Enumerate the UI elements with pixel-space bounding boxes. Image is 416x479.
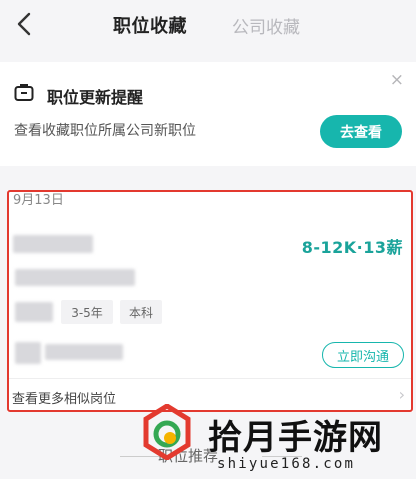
top-bar: 职位收藏 公司收藏	[0, 0, 416, 50]
blurred-job-title	[13, 235, 93, 253]
experience-tag: 3-5年	[61, 300, 113, 324]
watermark-logo-icon	[143, 404, 191, 460]
blurred-company-name	[15, 269, 135, 286]
blurred-recruiter-avatar	[15, 342, 41, 364]
chevron-right-icon: ›	[398, 385, 405, 404]
tab-company-favorites[interactable]: 公司收藏	[232, 13, 300, 38]
more-similar-jobs-label: 查看更多相似岗位	[12, 392, 117, 407]
more-similar-jobs-row[interactable]: 查看更多相似岗位 ›	[7, 378, 413, 412]
blurred-location-tag	[15, 302, 53, 322]
job-card[interactable]: 9月13日 8-12K·13薪 3-5年 本科 立即沟通 查看更多相似岗位 ›	[7, 190, 413, 412]
watermark-url: shiyue168.com	[217, 456, 356, 472]
favorite-date: 9月13日	[13, 193, 64, 208]
back-arrow-icon[interactable]	[14, 10, 36, 38]
education-tag: 本科	[120, 300, 162, 324]
reminder-bag-icon	[14, 84, 34, 101]
close-icon[interactable]: ×	[390, 70, 404, 90]
blurred-recruiter-name	[45, 344, 123, 360]
reminder-title: 职位更新提醒	[47, 88, 144, 107]
tab-job-favorites[interactable]: 职位收藏	[113, 12, 187, 38]
watermark-title: 拾月手游网	[208, 418, 383, 458]
go-view-button[interactable]: 去查看	[320, 115, 402, 148]
job-update-reminder-card: 职位更新提醒 查看收藏职位所属公司新职位 × 去查看	[0, 62, 416, 166]
reminder-subtitle: 查看收藏职位所属公司新职位	[14, 123, 196, 139]
contact-now-button[interactable]: 立即沟通	[322, 342, 404, 368]
salary-label: 8-12K·13薪	[301, 238, 403, 257]
